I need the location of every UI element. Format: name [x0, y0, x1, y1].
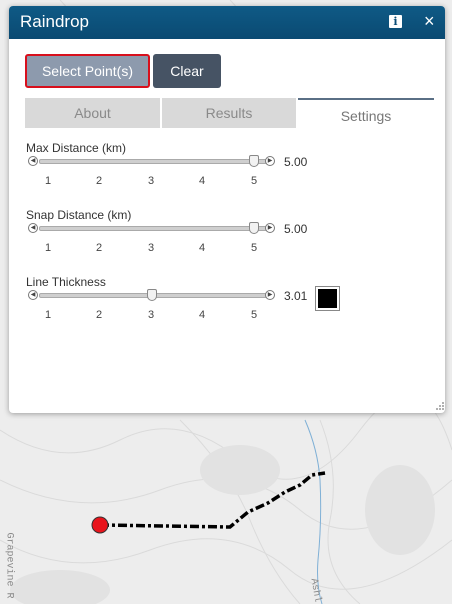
tab-about[interactable]: About [25, 98, 160, 128]
tab-settings[interactable]: Settings [298, 98, 434, 128]
tick-label: 3 [147, 309, 155, 321]
snap-distance-value: 5.00 [284, 222, 308, 236]
tick-label: 5 [250, 175, 258, 187]
slider-decrease-icon[interactable]: ◀ [28, 156, 38, 166]
line-thickness-label: Line Thickness [26, 275, 106, 289]
tick-label: 4 [198, 309, 206, 321]
max-distance-slider-thumb[interactable] [249, 155, 259, 167]
road-label-grapevine: Grapevine R [3, 532, 15, 599]
snap-distance-slider-track[interactable] [39, 226, 267, 231]
widget-title-bar[interactable]: Raindrop i × [9, 6, 445, 39]
tick-label: 1 [44, 175, 52, 187]
line-color-swatch[interactable] [315, 286, 340, 311]
tick-label: 4 [198, 242, 206, 254]
slider-increase-icon[interactable]: ▶ [265, 156, 275, 166]
tick-label: 5 [250, 309, 258, 321]
tick-label: 1 [44, 242, 52, 254]
max-distance-value: 5.00 [284, 155, 308, 169]
snap-distance-label: Snap Distance (km) [26, 208, 132, 222]
tick-label: 1 [44, 309, 52, 321]
line-thickness-slider-thumb[interactable] [146, 289, 157, 301]
resize-grip-icon[interactable] [435, 401, 445, 411]
max-distance-label: Max Distance (km) [26, 141, 127, 155]
close-icon[interactable]: × [424, 10, 435, 32]
tick-label: 2 [95, 309, 103, 321]
slider-decrease-icon[interactable]: ◀ [28, 223, 38, 233]
select-points-button[interactable]: Select Point(s) [25, 54, 150, 88]
line-thickness-value: 3.01 [284, 289, 308, 303]
slider-increase-icon[interactable]: ▶ [265, 290, 275, 300]
tab-bar: About Results Settings [25, 98, 434, 128]
tick-label: 3 [147, 242, 155, 254]
slider-decrease-icon[interactable]: ◀ [28, 290, 38, 300]
slider-increase-icon[interactable]: ▶ [265, 223, 275, 233]
tick-label: 3 [147, 175, 155, 187]
snap-distance-slider-thumb[interactable] [249, 222, 259, 234]
tick-label: 4 [198, 175, 206, 187]
tick-label: 2 [95, 242, 103, 254]
tick-label: 5 [250, 242, 258, 254]
start-point-marker [91, 516, 109, 534]
widget-title: Raindrop [20, 12, 89, 31]
tab-results[interactable]: Results [162, 98, 296, 128]
max-distance-slider-track[interactable] [39, 159, 267, 164]
raindrop-widget-panel: Raindrop i × Select Point(s) Clear About… [9, 6, 445, 413]
clear-button[interactable]: Clear [153, 54, 221, 88]
info-icon[interactable]: i [389, 15, 402, 28]
tick-label: 2 [95, 175, 103, 187]
